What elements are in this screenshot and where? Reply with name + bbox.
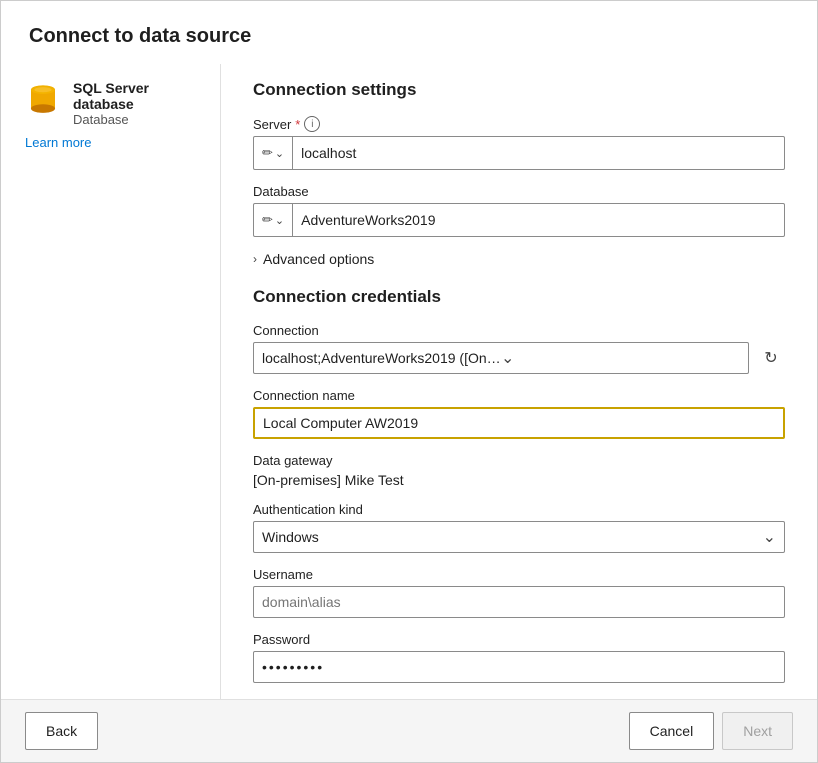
next-button[interactable]: Next xyxy=(722,712,793,750)
info-icon[interactable]: i xyxy=(304,116,320,132)
advanced-options-toggle[interactable]: › Advanced options xyxy=(253,251,785,267)
connection-row: localhost;AdventureWorks2019 ([On-premis… xyxy=(253,342,785,374)
footer-left: Back xyxy=(25,712,98,750)
pencil-icon: ✏ xyxy=(262,145,273,161)
connection-settings-title: Connection settings xyxy=(253,80,785,100)
connection-name-label: Connection name xyxy=(253,388,785,403)
password-label: Password xyxy=(253,632,785,647)
chevron-right-icon: › xyxy=(253,252,257,266)
refresh-button[interactable]: ↻ xyxy=(757,344,785,372)
advanced-options-label: Advanced options xyxy=(263,251,374,267)
back-button[interactable]: Back xyxy=(25,712,98,750)
database-input-wrapper: ✏ ⌄ xyxy=(253,203,785,237)
footer: Back Cancel Next xyxy=(1,699,817,762)
db-icon-wrapper: SQL Server database Database xyxy=(25,80,196,127)
auth-kind-chevron: ⌄ xyxy=(763,527,776,547)
database-input[interactable] xyxy=(293,204,784,236)
server-input-wrapper: ✏ ⌄ xyxy=(253,136,785,170)
auth-kind-value: Windows xyxy=(262,529,319,545)
data-gateway-label: Data gateway xyxy=(253,453,785,468)
chevron-down-icon: ⌄ xyxy=(275,147,284,160)
server-prefix-button[interactable]: ✏ ⌄ xyxy=(254,137,293,169)
password-input[interactable] xyxy=(253,651,785,683)
right-panel: Connection settings Server * i ✏ ⌄ Datab… xyxy=(221,64,817,699)
database-label: Database xyxy=(253,184,785,199)
username-label: Username xyxy=(253,567,785,582)
cancel-button[interactable]: Cancel xyxy=(629,712,715,750)
auth-kind-label: Authentication kind xyxy=(253,502,785,517)
db-name: SQL Server database xyxy=(73,80,196,112)
footer-right: Cancel Next xyxy=(629,712,793,750)
connection-dropdown-chevron: ⌄ xyxy=(501,348,740,368)
data-gateway-value: [On-premises] Mike Test xyxy=(253,472,785,488)
connection-dropdown[interactable]: localhost;AdventureWorks2019 ([On-premis… xyxy=(253,342,749,374)
connection-name-input[interactable] xyxy=(253,407,785,439)
sql-server-icon xyxy=(25,82,61,118)
dialog-title: Connect to data source xyxy=(1,1,817,64)
db-info: SQL Server database Database xyxy=(73,80,196,127)
pencil-icon-db: ✏ xyxy=(262,212,273,228)
username-input[interactable] xyxy=(253,586,785,618)
learn-more-link[interactable]: Learn more xyxy=(25,135,196,150)
connection-credentials-title: Connection credentials xyxy=(253,287,785,307)
connection-dropdown-value: localhost;AdventureWorks2019 ([On-premis… xyxy=(262,350,501,366)
chevron-down-icon-db: ⌄ xyxy=(275,214,284,227)
connection-label: Connection xyxy=(253,323,785,338)
left-panel: SQL Server database Database Learn more xyxy=(1,64,221,699)
database-prefix-button[interactable]: ✏ ⌄ xyxy=(254,204,293,236)
db-type: Database xyxy=(73,112,196,127)
auth-kind-dropdown[interactable]: Windows ⌄ xyxy=(253,521,785,553)
server-input[interactable] xyxy=(293,137,784,169)
server-label: Server * i xyxy=(253,116,785,132)
required-star: * xyxy=(295,117,300,132)
